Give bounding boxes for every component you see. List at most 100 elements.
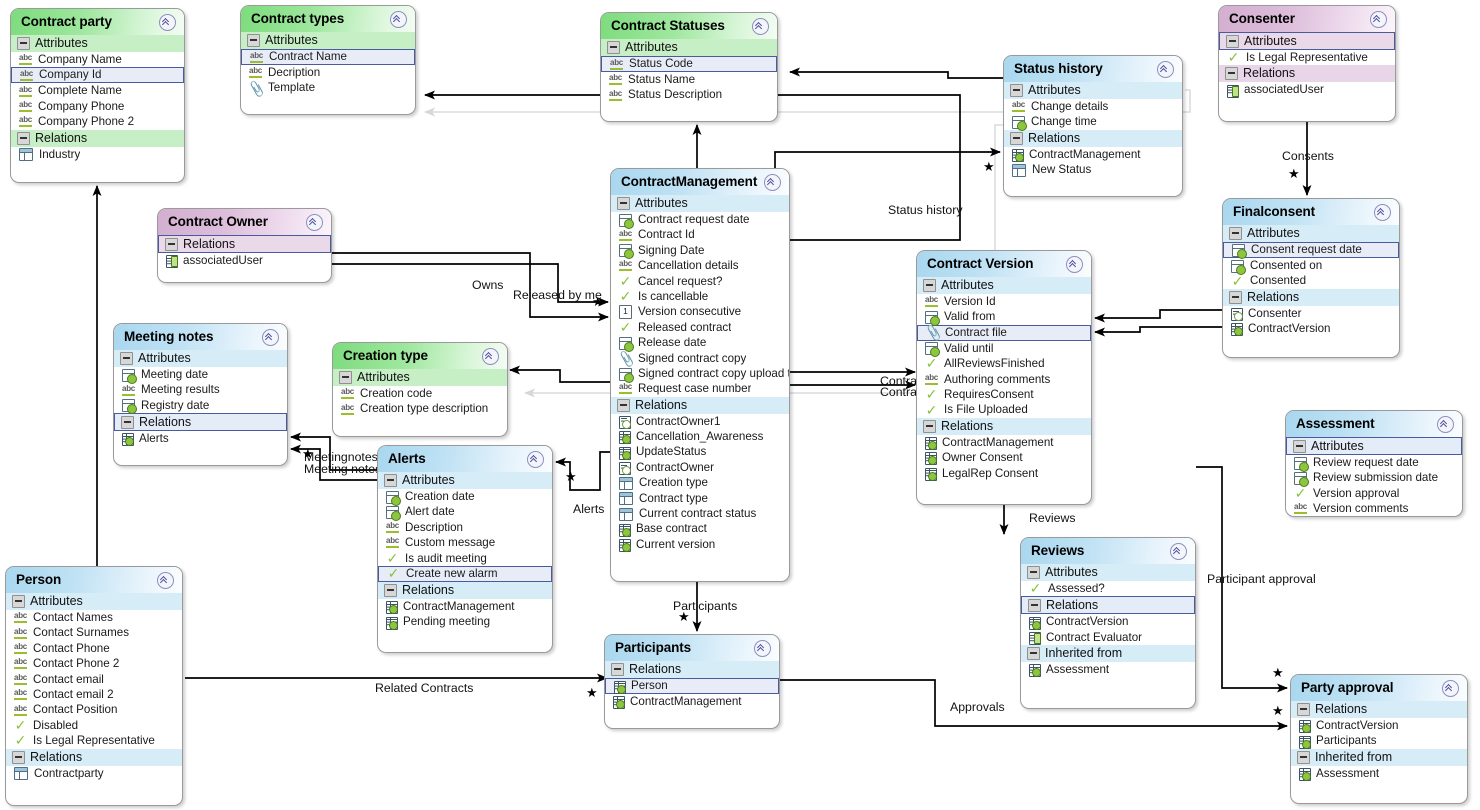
entity-row[interactable]: Registry date: [114, 398, 287, 415]
entity-row[interactable]: ✓ Is Legal Representative: [1219, 50, 1395, 65]
minus-icon[interactable]: [120, 352, 133, 365]
entity-row[interactable]: Review submission date: [1286, 470, 1462, 488]
entity-row[interactable]: 📎 Signed contract copy: [611, 350, 789, 368]
entity-row[interactable]: associatedUser: [158, 253, 331, 269]
minus-icon[interactable]: [1028, 598, 1041, 612]
minus-icon[interactable]: [165, 237, 178, 251]
chevron-up-icon[interactable]: [306, 213, 323, 231]
entity-row[interactable]: ✓ RequiresConsent: [917, 387, 1091, 402]
entity-row[interactable]: 📎 Template: [241, 79, 415, 97]
minus-icon[interactable]: [121, 415, 134, 429]
entity-row[interactable]: abc Company Name: [11, 52, 184, 67]
entity-row[interactable]: abc Contact Phone 2: [6, 656, 182, 671]
entity-row[interactable]: Participants: [1291, 733, 1467, 749]
entity-row[interactable]: ✓ Is audit meeting: [378, 551, 552, 566]
minus-icon[interactable]: [923, 419, 936, 433]
entity-row[interactable]: abc Request case number: [611, 381, 789, 396]
section-header-relations[interactable]: Relations: [1021, 596, 1195, 615]
section-header-relations[interactable]: Relations: [378, 581, 552, 599]
section-header-attributes[interactable]: Attributes: [601, 39, 777, 56]
minus-icon[interactable]: [923, 279, 936, 292]
entity-row[interactable]: ContractOwner1: [611, 414, 789, 429]
entity-row[interactable]: abc Version comments: [1286, 501, 1462, 516]
entity-row[interactable]: Contract type: [611, 491, 789, 506]
entity-box-creation-type[interactable]: Creation type Attributes abc Creation code a…: [332, 342, 508, 437]
entity-row[interactable]: Signing Date: [611, 243, 789, 260]
chevron-up-icon[interactable]: [1170, 542, 1187, 560]
entity-row[interactable]: ContractVersion: [1291, 718, 1467, 734]
entity-row[interactable]: abc Company Phone: [11, 99, 184, 114]
entity-row[interactable]: abc Contract Name: [241, 49, 415, 65]
entity-row[interactable]: ✓ Is cancellable: [611, 289, 789, 304]
entity-box-contract-party[interactable]: Contract party Attributes abc Company Name a…: [10, 8, 185, 183]
entity-row[interactable]: ✓ Released contract: [611, 320, 789, 335]
entity-row[interactable]: abc Contact Surnames: [6, 625, 182, 640]
entity-row[interactable]: Valid until: [917, 341, 1091, 358]
minus-icon[interactable]: [1027, 647, 1040, 661]
entity-row[interactable]: ContractManagement: [605, 694, 779, 710]
chevron-up-icon[interactable]: [1370, 10, 1387, 28]
entity-row[interactable]: ContractVersion: [1021, 614, 1195, 630]
minus-icon[interactable]: [12, 595, 25, 608]
entity-row[interactable]: Consent request date: [1223, 242, 1399, 259]
section-header-attributes[interactable]: Attributes: [11, 35, 184, 52]
section-header-relations[interactable]: Relations: [1291, 701, 1467, 718]
entity-row[interactable]: Alert date: [378, 504, 552, 522]
minus-icon[interactable]: [617, 398, 630, 412]
entity-row[interactable]: ✓ Assessed?: [1021, 581, 1195, 596]
entity-box-contract-version[interactable]: Contract Version Attributes abc Version Id V…: [916, 250, 1092, 505]
entity-row[interactable]: Contract request date: [611, 212, 789, 229]
section-header-inherited-from[interactable]: Inherited from: [1021, 645, 1195, 663]
entity-row[interactable]: associatedUser: [1219, 82, 1395, 98]
section-header-attributes[interactable]: Attributes: [241, 32, 415, 49]
minus-icon[interactable]: [384, 583, 397, 597]
entity-row[interactable]: ContractManagement: [378, 599, 552, 615]
section-header-relations[interactable]: Relations: [114, 413, 287, 432]
section-header-relations[interactable]: Relations: [1004, 129, 1182, 147]
section-header-attributes[interactable]: Attributes: [6, 593, 182, 610]
section-header-relations[interactable]: Relations: [1219, 65, 1395, 83]
entity-row[interactable]: Assessment: [1291, 766, 1467, 781]
section-header-attributes[interactable]: Attributes: [917, 277, 1091, 294]
section-header-attributes[interactable]: Attributes: [333, 369, 507, 386]
entity-row[interactable]: ContractManagement: [917, 435, 1091, 450]
chevron-up-icon[interactable]: [159, 13, 176, 31]
section-header-attributes[interactable]: Attributes: [611, 195, 789, 212]
entity-row[interactable]: abc Status Description: [601, 87, 777, 102]
section-header-attributes[interactable]: Attributes: [1223, 225, 1399, 242]
minus-icon[interactable]: [1229, 227, 1242, 240]
entity-row[interactable]: abc Contract Id: [611, 227, 789, 242]
diagram-canvas[interactable]: Contract Statuses --> Finalconsent --> C…: [0, 0, 1480, 810]
entity-row[interactable]: abc Custom message: [378, 535, 552, 550]
entity-row[interactable]: Current version: [611, 537, 789, 552]
entity-row[interactable]: Meeting date: [114, 367, 287, 384]
entity-row[interactable]: ✓ Consented: [1223, 273, 1399, 288]
entity-row[interactable]: abc Company Id: [11, 67, 184, 84]
minus-icon[interactable]: [12, 750, 25, 764]
entity-box-person[interactable]: Person Attributes abc Contact Names abc Conta…: [5, 566, 183, 806]
entity-row[interactable]: LegalRep Consent: [917, 466, 1091, 481]
minus-icon[interactable]: [611, 663, 624, 676]
entity-row[interactable]: abc Creation code: [333, 386, 507, 401]
entity-row[interactable]: abc Contact Position: [6, 702, 182, 717]
section-header-relations[interactable]: Relations: [158, 235, 331, 253]
minus-icon[interactable]: [1297, 750, 1310, 764]
entity-row[interactable]: New Status: [1004, 162, 1182, 177]
entity-row[interactable]: ✓ Is File Uploaded: [917, 402, 1091, 417]
entity-row[interactable]: Creation date: [378, 489, 552, 506]
entity-box-contract-types[interactable]: Contract types Attributes abc Contract Name…: [240, 5, 416, 115]
entity-row[interactable]: abc Version Id: [917, 294, 1091, 309]
chevron-up-icon[interactable]: [1437, 415, 1454, 433]
entity-row[interactable]: Creation type: [611, 475, 789, 490]
entity-row[interactable]: ContractManagement: [1004, 147, 1182, 162]
entity-row[interactable]: abc Meeting results: [114, 382, 287, 397]
entity-row[interactable]: Alerts: [114, 431, 287, 447]
section-header-relations[interactable]: Relations: [6, 748, 182, 766]
entity-row[interactable]: ✓ Disabled: [6, 718, 182, 733]
entity-row[interactable]: ContractOwner: [611, 460, 789, 476]
entity-row[interactable]: Cancellation_Awareness: [611, 429, 789, 445]
minus-icon[interactable]: [1297, 703, 1310, 716]
entity-row[interactable]: abc Authoring comments: [917, 372, 1091, 387]
entity-row[interactable]: abc Contact email: [6, 672, 182, 687]
entity-box-contract-management[interactable]: ContractManagement Attributes Contract req…: [610, 168, 790, 582]
